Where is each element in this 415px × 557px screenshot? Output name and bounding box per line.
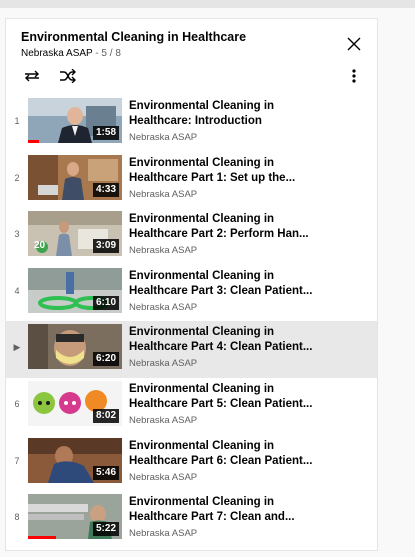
watch-progress bbox=[28, 536, 57, 540]
video-channel[interactable]: Nebraska ASAP bbox=[129, 415, 197, 426]
item-index: 3 bbox=[14, 229, 20, 240]
video-title[interactable]: Environmental Cleaning in Healthcare Par… bbox=[129, 439, 339, 469]
video-thumbnail[interactable]: 8:02 bbox=[28, 380, 122, 426]
video-channel[interactable]: Nebraska ASAP bbox=[129, 302, 197, 313]
video-channel[interactable]: Nebraska ASAP bbox=[129, 528, 197, 539]
video-channel[interactable]: Nebraska ASAP bbox=[129, 132, 197, 143]
video-duration: 8:02 bbox=[92, 408, 119, 423]
video-title-line1: Environmental Cleaning in bbox=[129, 213, 275, 226]
close-icon bbox=[347, 37, 361, 51]
more-options-button[interactable] bbox=[352, 69, 356, 83]
playlist-items: 1 1:58 Environmental Cleaning in Healthc… bbox=[6, 95, 377, 548]
playlist-item[interactable]: 7 5:46 Environmental Cleaning in Healthc… bbox=[6, 435, 377, 492]
video-title-line2: Healthcare Part 6: Clean Patient... bbox=[129, 454, 313, 467]
video-title[interactable]: Environmental Cleaning in Healthcare Par… bbox=[129, 325, 339, 355]
video-thumbnail[interactable]: 20 3:09 bbox=[28, 211, 122, 257]
video-title[interactable]: Environmental Cleaning in Healthcare Par… bbox=[129, 495, 339, 525]
top-strip bbox=[0, 0, 415, 8]
video-thumbnail[interactable]: 5:46 bbox=[28, 437, 122, 483]
item-index: 8 bbox=[14, 512, 20, 523]
more-vert-icon bbox=[352, 69, 356, 83]
video-title[interactable]: Environmental Cleaning in Healthcare Par… bbox=[129, 382, 339, 412]
video-channel[interactable]: Nebraska ASAP bbox=[129, 245, 197, 256]
video-title-line2: Healthcare Part 4: Clean Patient... bbox=[129, 341, 313, 354]
item-index: 2 bbox=[14, 172, 20, 183]
video-channel[interactable]: Nebraska ASAP bbox=[129, 358, 197, 369]
video-title-line1: Environmental Cleaning in bbox=[129, 100, 275, 112]
playlist-item[interactable]: 2 4:33 Environmental Cleaning in Healthc… bbox=[6, 152, 377, 209]
video-title-line1: Environmental Cleaning in bbox=[129, 496, 275, 509]
video-thumbnail[interactable]: 5:22 bbox=[28, 494, 122, 540]
video-duration: 3:09 bbox=[92, 239, 119, 254]
thumbnail-badge: 20 bbox=[34, 240, 46, 252]
playlist-panel: Environmental Cleaning in Healthcare Neb… bbox=[5, 18, 378, 551]
video-duration: 6:20 bbox=[92, 352, 119, 367]
shuffle-button[interactable] bbox=[59, 68, 77, 84]
video-title[interactable]: Environmental Cleaning in Healthcare: In… bbox=[129, 99, 339, 129]
playlist-item[interactable]: 8 5:22 Environmental Cleaning in Healthc… bbox=[6, 491, 377, 548]
video-duration: 1:58 bbox=[92, 126, 119, 140]
video-title-line2: Healthcare Part 2: Perform Han... bbox=[129, 228, 309, 241]
close-button[interactable] bbox=[347, 37, 361, 51]
video-thumbnail[interactable]: 4:33 bbox=[28, 154, 122, 200]
video-thumbnail[interactable]: 6:20 bbox=[28, 324, 122, 370]
video-title-line2: Healthcare Part 7: Clean and... bbox=[129, 511, 295, 524]
playlist-item[interactable]: 6 8:02 Environmental Cleaning in Healthc… bbox=[6, 378, 377, 435]
video-title-line2: Healthcare Part 5: Clean Patient... bbox=[129, 397, 313, 410]
video-title[interactable]: Environmental Cleaning in Healthcare Par… bbox=[129, 156, 339, 186]
video-title-line1: Environmental Cleaning in bbox=[129, 439, 275, 452]
item-index: 6 bbox=[14, 398, 20, 409]
video-title[interactable]: Environmental Cleaning in Healthcare Par… bbox=[129, 269, 339, 299]
loop-button[interactable] bbox=[23, 69, 41, 83]
loop-icon bbox=[25, 70, 39, 82]
video-title-line1: Environmental Cleaning in bbox=[129, 326, 275, 339]
video-title-line2: Healthcare Part 3: Clean Patient... bbox=[129, 284, 313, 297]
item-index: 4 bbox=[14, 285, 20, 296]
video-duration: 4:33 bbox=[92, 182, 119, 197]
playlist-channel[interactable]: Nebraska ASAP bbox=[21, 48, 93, 59]
video-thumbnail[interactable]: 6:10 bbox=[28, 267, 122, 313]
playlist-title[interactable]: Environmental Cleaning in Healthcare bbox=[21, 30, 246, 44]
video-title-line1: Environmental Cleaning in bbox=[129, 269, 275, 282]
playlist-position: 5 / 8 bbox=[101, 48, 121, 59]
video-title-line1: Environmental Cleaning in bbox=[129, 382, 275, 395]
playlist-header: Environmental Cleaning in Healthcare Neb… bbox=[6, 19, 377, 95]
video-title[interactable]: Environmental Cleaning in Healthcare Par… bbox=[129, 212, 339, 242]
playlist-item[interactable]: 4 6:10 Environmental Cleaning in Healthc… bbox=[6, 265, 377, 322]
playlist-item[interactable]: 1 1:58 Environmental Cleaning in Healthc… bbox=[6, 95, 377, 152]
video-duration: 5:46 bbox=[92, 465, 119, 480]
video-title-line1: Environmental Cleaning in bbox=[129, 156, 275, 169]
video-thumbnail[interactable]: 1:58 bbox=[28, 98, 122, 143]
watch-progress bbox=[28, 140, 40, 143]
video-title-line2: Healthcare: Introduction bbox=[129, 115, 262, 127]
video-title-line2: Healthcare Part 1: Set up the... bbox=[129, 171, 296, 184]
item-index: 1 bbox=[14, 116, 20, 126]
shuffle-icon bbox=[60, 68, 76, 84]
playlist-subtitle: Nebraska ASAP - 5 / 8 bbox=[21, 48, 121, 59]
playlist-item[interactable]: 3 20 3:09 Environmental Cleaning in Heal… bbox=[6, 208, 377, 265]
video-duration: 6:10 bbox=[92, 295, 119, 310]
video-channel[interactable]: Nebraska ASAP bbox=[129, 189, 197, 200]
item-index: 7 bbox=[14, 455, 20, 466]
video-duration: 5:22 bbox=[92, 522, 119, 537]
playlist-item-current[interactable]: ▶ 6:20 Environmental Cleaning in Healthc… bbox=[6, 321, 377, 378]
video-channel[interactable]: Nebraska ASAP bbox=[129, 472, 197, 483]
now-playing-icon: ▶ bbox=[13, 342, 21, 353]
